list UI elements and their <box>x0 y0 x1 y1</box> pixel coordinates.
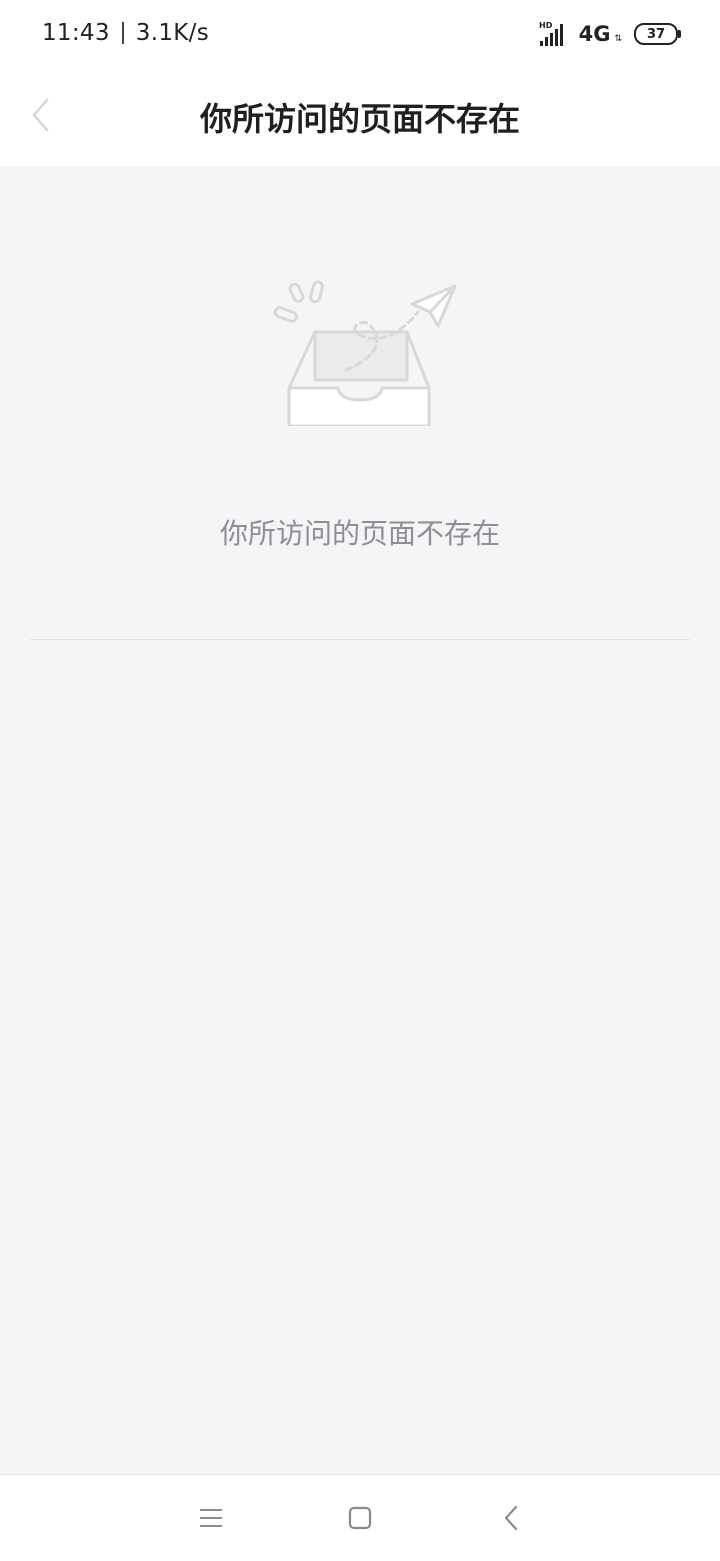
signal-icon: HD <box>539 21 563 46</box>
battery-level: 37 <box>646 26 666 42</box>
battery-icon: 37 <box>634 23 681 45</box>
system-nav-bar <box>0 1474 720 1561</box>
menu-button[interactable] <box>194 1501 228 1535</box>
navbar: 你所访问的页面不存在 <box>0 68 720 166</box>
main-content: 你所访问的页面不存在 <box>0 166 720 1474</box>
status-separator <box>121 22 124 44</box>
home-icon <box>348 1506 372 1530</box>
status-net-speed: 3.1K/s <box>135 20 209 46</box>
status-right: HD 4G ⇅ 37 <box>539 20 681 48</box>
page-title: 你所访问的页面不存在 <box>199 100 520 138</box>
status-left: 11:43 3.1K/s <box>42 20 209 46</box>
svg-text:HD: HD <box>539 21 553 30</box>
back-icon <box>504 1505 518 1531</box>
data-activity-icon: ⇅ <box>614 34 622 44</box>
menu-icon <box>200 1509 222 1527</box>
system-back-button[interactable] <box>494 1501 528 1535</box>
status-time: 11:43 <box>42 20 110 46</box>
empty-state-message: 你所访问的页面不存在 <box>219 517 500 550</box>
empty-inbox-paper-plane-icon <box>273 280 457 426</box>
network-4g-icon: 4G <box>578 22 611 46</box>
home-button[interactable] <box>343 1501 377 1535</box>
status-bar: 11:43 3.1K/s HD 4G ⇅ 37 <box>0 0 720 68</box>
divider <box>30 639 690 640</box>
